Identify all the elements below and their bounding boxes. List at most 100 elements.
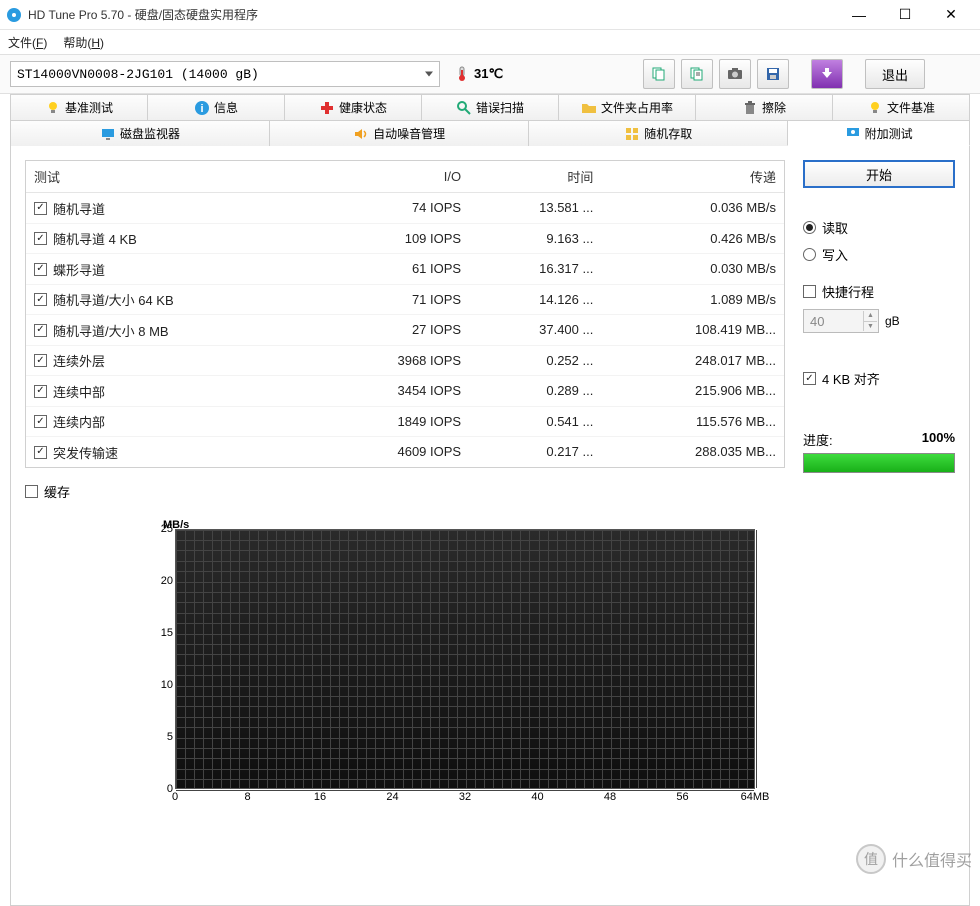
- read-radio[interactable]: [803, 221, 816, 234]
- row-checkbox[interactable]: [34, 354, 47, 367]
- transfer-value: 115.576 MB...: [601, 406, 784, 437]
- svg-text:i: i: [200, 103, 203, 115]
- row-checkbox[interactable]: [34, 415, 47, 428]
- row-checkbox[interactable]: [34, 232, 47, 245]
- io-value: 3454 IOPS: [319, 376, 469, 407]
- row-checkbox[interactable]: [34, 202, 47, 215]
- tab-extra-tests[interactable]: 附加测试: [787, 120, 970, 146]
- spin-up[interactable]: ▲: [863, 311, 877, 322]
- window-title: HD Tune Pro 5.70 - 硬盘/固态硬盘实用程序: [28, 6, 836, 23]
- exit-button[interactable]: 退出: [865, 59, 925, 89]
- copy-icon: [651, 66, 667, 82]
- table-row[interactable]: 随机寻道/大小 64 KB71 IOPS14.126 ...1.089 MB/s: [26, 284, 784, 315]
- table-row[interactable]: 突发传输速4609 IOPS0.217 ...288.035 MB...: [26, 437, 784, 467]
- time-value: 0.217 ...: [469, 437, 601, 467]
- transfer-value: 248.017 MB...: [601, 345, 784, 376]
- x-tick: 48: [604, 791, 616, 803]
- info-icon: i: [194, 100, 210, 116]
- align-checkbox[interactable]: [803, 372, 816, 385]
- save-button[interactable]: [757, 59, 789, 89]
- col-transfer[interactable]: 传递: [601, 161, 784, 193]
- time-value: 14.126 ...: [469, 284, 601, 315]
- time-value: 0.289 ...: [469, 376, 601, 407]
- tab-info[interactable]: i信息: [147, 94, 284, 120]
- watermark: 值 什么值得买: [856, 844, 972, 874]
- stroke-size-input[interactable]: 40 ▲▼: [803, 309, 879, 333]
- random-icon: [624, 126, 640, 142]
- monitor-icon: [100, 126, 116, 142]
- short-stroke-checkbox[interactable]: [803, 285, 816, 298]
- menu-help[interactable]: 帮助(H): [63, 34, 104, 51]
- extra-icon: [845, 125, 861, 141]
- bulb-icon: [45, 100, 61, 116]
- table-row[interactable]: 随机寻道/大小 8 MB27 IOPS37.400 ...108.419 MB.…: [26, 315, 784, 346]
- screenshot-button[interactable]: [719, 59, 751, 89]
- options-button[interactable]: [811, 59, 843, 89]
- col-io[interactable]: I/O: [319, 161, 469, 193]
- watermark-icon: 值: [856, 844, 886, 874]
- transfer-value: 215.906 MB...: [601, 376, 784, 407]
- thermometer-icon: [454, 66, 470, 82]
- table-row[interactable]: 连续中部3454 IOPS0.289 ...215.906 MB...: [26, 376, 784, 407]
- table-row[interactable]: 蝶形寻道61 IOPS16.317 ...0.030 MB/s: [26, 254, 784, 285]
- tab-disk-monitor[interactable]: 磁盘监视器: [10, 120, 269, 146]
- io-value: 71 IOPS: [319, 284, 469, 315]
- col-time[interactable]: 时间: [469, 161, 601, 193]
- drive-selector[interactable]: ST14000VN0008-2JG101 (14000 gB): [10, 61, 440, 87]
- io-value: 109 IOPS: [319, 223, 469, 254]
- menu-file[interactable]: 文件(F): [8, 34, 47, 51]
- write-radio[interactable]: [803, 248, 816, 261]
- read-label: 读取: [822, 218, 848, 237]
- drive-selector-value: ST14000VN0008-2JG101 (14000 gB): [17, 67, 259, 82]
- tab-aam[interactable]: 自动噪音管理: [269, 120, 528, 146]
- test-name: 蝶形寻道: [53, 260, 105, 279]
- health-icon: [319, 100, 335, 116]
- col-test[interactable]: 测试: [26, 161, 319, 193]
- minimize-button[interactable]: —: [836, 1, 882, 29]
- time-value: 9.163 ...: [469, 223, 601, 254]
- tab-file-benchmark[interactable]: 文件基准: [832, 94, 970, 120]
- time-value: 16.317 ...: [469, 254, 601, 285]
- tab-benchmark[interactable]: 基准测试: [10, 94, 147, 120]
- progress-bar: [803, 453, 955, 473]
- table-row[interactable]: 随机寻道 4 KB109 IOPS9.163 ...0.426 MB/s: [26, 223, 784, 254]
- stroke-unit: gB: [885, 314, 900, 328]
- table-row[interactable]: 随机寻道74 IOPS13.581 ...0.036 MB/s: [26, 193, 784, 224]
- row-checkbox[interactable]: [34, 324, 47, 337]
- row-checkbox[interactable]: [34, 446, 47, 459]
- copy-text-button[interactable]: [681, 59, 713, 89]
- cache-checkbox[interactable]: [25, 485, 38, 498]
- time-value: 37.400 ...: [469, 315, 601, 346]
- tab-erase[interactable]: 擦除: [695, 94, 832, 120]
- row-checkbox[interactable]: [34, 385, 47, 398]
- io-value: 1849 IOPS: [319, 406, 469, 437]
- row-checkbox[interactable]: [34, 263, 47, 276]
- align-label: 4 KB 对齐: [822, 369, 880, 388]
- test-name: 随机寻道/大小 8 MB: [53, 321, 169, 340]
- copy-info-button[interactable]: [643, 59, 675, 89]
- results-table: 测试 I/O 时间 传递 随机寻道74 IOPS13.581 ...0.036 …: [25, 160, 785, 468]
- tab-health[interactable]: 健康状态: [284, 94, 421, 120]
- x-tick: 32: [459, 791, 471, 803]
- tab-random-access[interactable]: 随机存取: [528, 120, 787, 146]
- transfer-value: 0.030 MB/s: [601, 254, 784, 285]
- row-checkbox[interactable]: [34, 293, 47, 306]
- start-button[interactable]: 开始: [803, 160, 955, 188]
- tab-folder-usage[interactable]: 文件夹占用率: [558, 94, 695, 120]
- io-value: 27 IOPS: [319, 315, 469, 346]
- close-button[interactable]: ✕: [928, 1, 974, 29]
- tab-content: 测试 I/O 时间 传递 随机寻道74 IOPS13.581 ...0.036 …: [10, 146, 970, 906]
- test-name: 突发传输速: [53, 443, 118, 462]
- transfer-value: 0.036 MB/s: [601, 193, 784, 224]
- tab-error-scan[interactable]: 错误扫描: [421, 94, 558, 120]
- test-name: 随机寻道: [53, 199, 105, 218]
- transfer-value: 1.089 MB/s: [601, 284, 784, 315]
- arrow-down-icon: [819, 66, 835, 82]
- app-icon: [6, 7, 22, 23]
- maximize-button[interactable]: ☐: [882, 1, 928, 29]
- progress-label: 进度:: [803, 430, 833, 449]
- table-row[interactable]: 连续外层3968 IOPS0.252 ...248.017 MB...: [26, 345, 784, 376]
- table-row[interactable]: 连续内部1849 IOPS0.541 ...115.576 MB...: [26, 406, 784, 437]
- x-tick: 64MB: [741, 791, 770, 803]
- spin-down[interactable]: ▼: [863, 322, 877, 332]
